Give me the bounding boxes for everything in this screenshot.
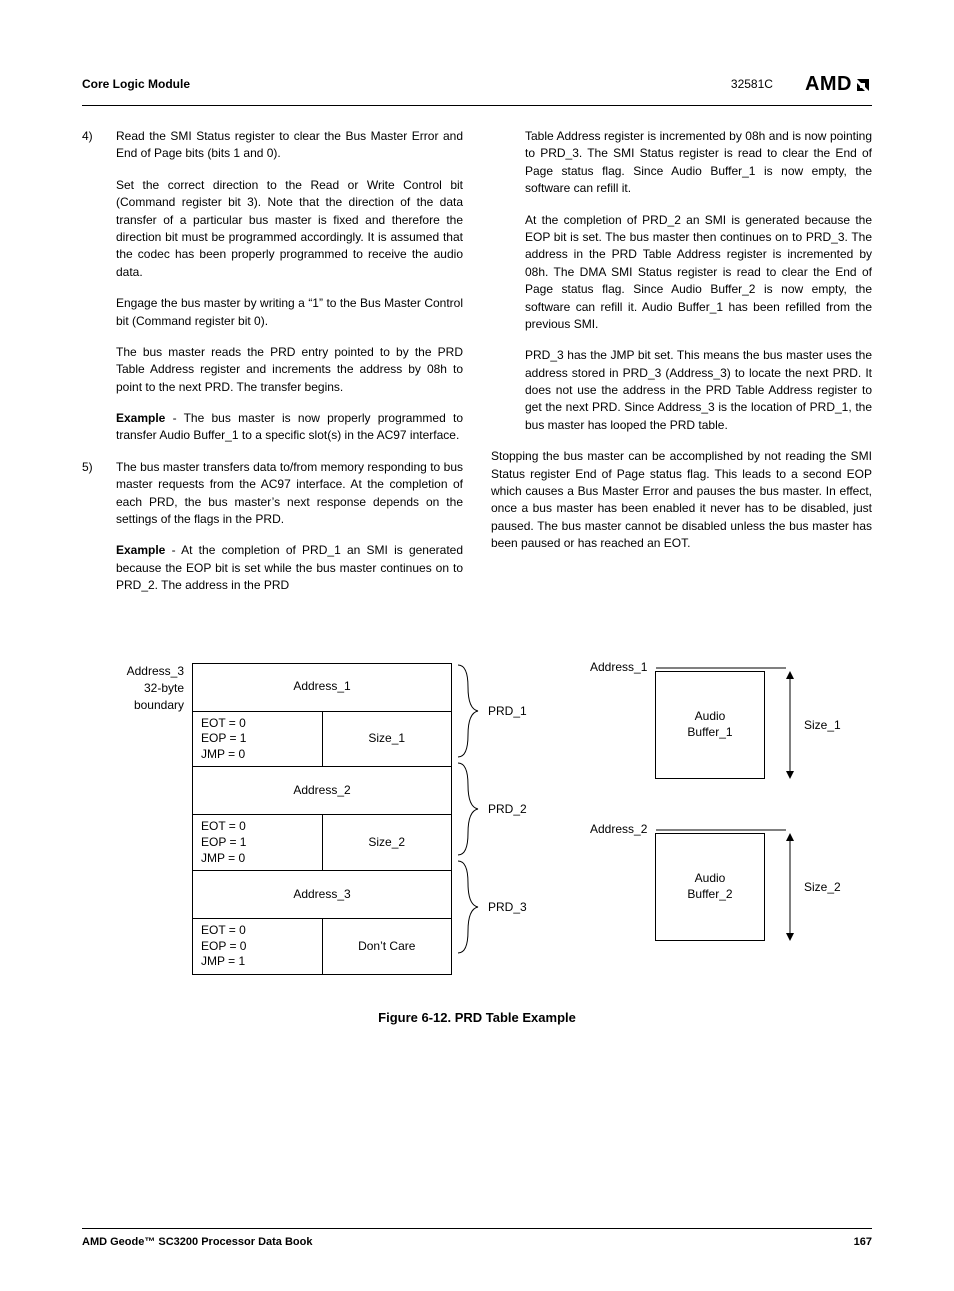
- list-item-4: 4) Read the SMI Status register to clear…: [82, 128, 463, 445]
- prd-label: PRD_2: [488, 801, 527, 818]
- amd-arrow-icon: [854, 76, 872, 94]
- paragraph: Example - The bus master is now properly…: [116, 410, 463, 445]
- list-item-5: 5) The bus master transfers data to/from…: [82, 459, 463, 595]
- flag: EOP = 1: [201, 835, 314, 851]
- flags-cell: EOT = 0 EOP = 1 JMP = 0: [193, 815, 323, 871]
- list-number: 4): [82, 128, 116, 445]
- body-columns: 4) Read the SMI Status register to clear…: [82, 128, 872, 609]
- paragraph: PRD_3 has the JMP bit set. This means th…: [525, 347, 872, 434]
- paragraph: Stopping the bus master can be accomplis…: [491, 448, 872, 552]
- side-label-line: 32-byte: [82, 680, 184, 697]
- tick-line: [656, 829, 786, 831]
- page-footer: AMD Geode™ SC3200 Processor Data Book 16…: [82, 1228, 872, 1251]
- page-header: Core Logic Module 32581C AMD: [82, 70, 872, 106]
- addr-cell: Address_1: [193, 663, 452, 711]
- table-row: Address_1: [193, 663, 452, 711]
- example-label: Example: [116, 543, 165, 557]
- paragraph: The bus master transfers data to/from me…: [116, 459, 463, 529]
- example-text: - At the completion of PRD_1 an SMI is g…: [116, 543, 463, 592]
- flags-cell: EOT = 0 EOP = 0 JMP = 1: [193, 919, 323, 975]
- document-code: 32581C: [731, 76, 773, 93]
- prd-labels: PRD_1 PRD_2 PRD_3: [488, 663, 560, 975]
- figure-wrap: Address_3 32-byte boundary Address_1 EOT…: [82, 663, 872, 975]
- figure-caption: Figure 6-12. PRD Table Example: [82, 1009, 872, 1028]
- audio-buffer-label: Audio Buffer_1: [687, 709, 732, 740]
- paragraph: Read the SMI Status register to clear th…: [116, 128, 463, 163]
- audio-buffer-diagram: Address_1 Audio Buffer_1 Size_1 Address_…: [560, 663, 872, 975]
- example-label: Example: [116, 411, 165, 425]
- paragraph: Set the correct direction to the Read or…: [116, 177, 463, 281]
- footer-right: 167: [854, 1235, 872, 1251]
- table-row: EOT = 0 EOP = 0 JMP = 1 Don’t Care: [193, 919, 452, 975]
- prd-table: Address_1 EOT = 0 EOP = 1 JMP = 0 Size_1…: [192, 663, 452, 975]
- prd-label: PRD_3: [488, 899, 527, 916]
- addr-cell: Address_2: [193, 767, 452, 815]
- header-right: 32581C AMD: [731, 70, 872, 99]
- table-row: Address_3: [193, 871, 452, 919]
- flag: EOT = 0: [201, 716, 314, 732]
- address-label: Address_1: [590, 659, 647, 676]
- audio-buffer-box: Audio Buffer_1: [655, 671, 765, 779]
- section-title: Core Logic Module: [82, 76, 190, 93]
- prd-label: PRD_1: [488, 703, 527, 720]
- flag: EOT = 0: [201, 923, 314, 939]
- flag: JMP = 0: [201, 747, 314, 763]
- table-row: EOT = 0 EOP = 1 JMP = 0 Size_2: [193, 815, 452, 871]
- paragraph: Engage the bus master by writing a “1” t…: [116, 295, 463, 330]
- size-arrow-icon: [782, 833, 798, 941]
- flag: EOP = 1: [201, 731, 314, 747]
- paragraph: At the completion of PRD_2 an SMI is gen…: [525, 212, 872, 334]
- brace-icon: [454, 663, 482, 759]
- address-label: Address_2: [590, 821, 647, 838]
- paragraph: Example - At the completion of PRD_1 an …: [116, 542, 463, 594]
- size-cell: Size_1: [322, 711, 452, 767]
- amd-logo: AMD: [805, 70, 872, 99]
- table-row: Address_2: [193, 767, 452, 815]
- flag: JMP = 1: [201, 954, 314, 970]
- flag: EOP = 0: [201, 939, 314, 955]
- brace-icon: [454, 859, 482, 955]
- side-label: Address_3 32-byte boundary: [82, 663, 192, 975]
- amd-logo-text: AMD: [805, 70, 852, 99]
- size-cell: Size_2: [322, 815, 452, 871]
- paragraph: Table Address register is incremented by…: [525, 128, 872, 198]
- brace-icon: [454, 761, 482, 857]
- paragraph: The bus master reads the PRD entry point…: [116, 344, 463, 396]
- size-label: Size_2: [804, 879, 841, 896]
- flag: EOT = 0: [201, 819, 314, 835]
- example-text: - The bus master is now properly program…: [116, 411, 463, 442]
- column-right: Table Address register is incremented by…: [491, 128, 872, 609]
- list-body: Read the SMI Status register to clear th…: [116, 128, 463, 445]
- table-row: EOT = 0 EOP = 1 JMP = 0 Size_1: [193, 711, 452, 767]
- curly-braces: [452, 663, 488, 975]
- tick-line: [656, 667, 786, 669]
- flag: JMP = 0: [201, 851, 314, 867]
- size-arrow-icon: [782, 671, 798, 779]
- column-left: 4) Read the SMI Status register to clear…: [82, 128, 463, 609]
- footer-left: AMD Geode™ SC3200 Processor Data Book: [82, 1235, 312, 1251]
- figure-6-12: Address_3 32-byte boundary Address_1 EOT…: [82, 663, 872, 1028]
- addr-cell: Address_3: [193, 871, 452, 919]
- flags-cell: EOT = 0 EOP = 1 JMP = 0: [193, 711, 323, 767]
- side-label-line: boundary: [82, 697, 184, 714]
- side-label-line: Address_3: [82, 663, 184, 680]
- size-cell: Don’t Care: [322, 919, 452, 975]
- list-number: 5): [82, 459, 116, 595]
- audio-buffer-label: Audio Buffer_2: [687, 871, 732, 902]
- size-label: Size_1: [804, 717, 841, 734]
- list-body: The bus master transfers data to/from me…: [116, 459, 463, 595]
- audio-buffer-box: Audio Buffer_2: [655, 833, 765, 941]
